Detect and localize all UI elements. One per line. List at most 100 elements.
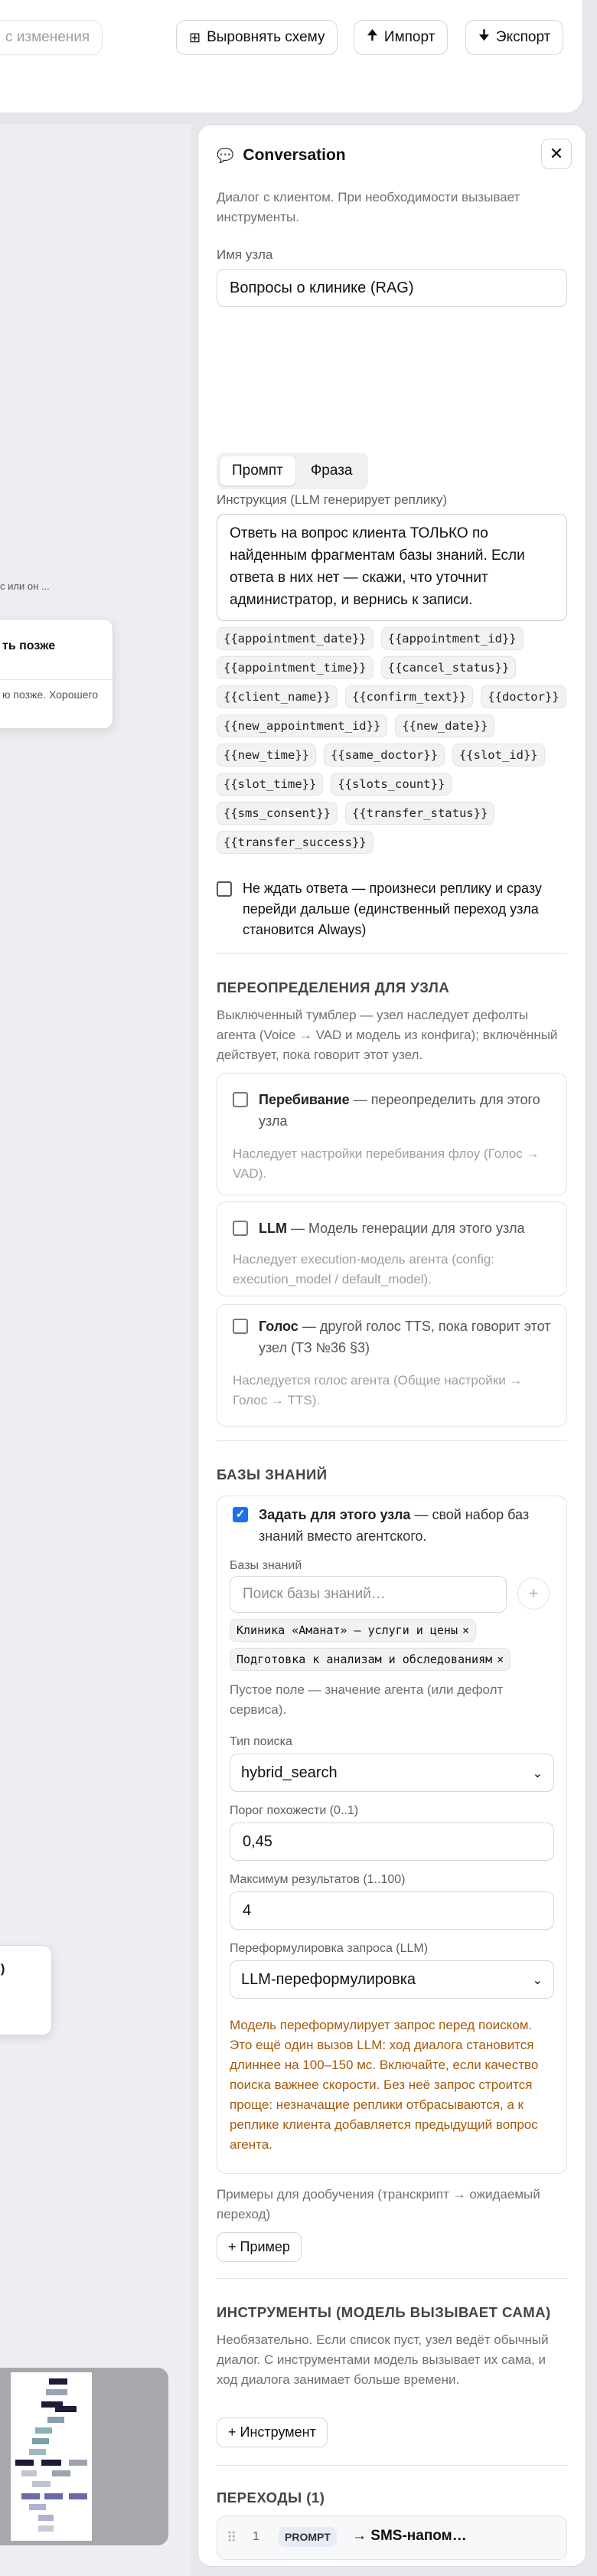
search-type-select[interactable]: hybrid_search ⌄ <box>230 1754 554 1792</box>
variable-chip[interactable]: {{doctor}} <box>481 685 566 708</box>
panel-header: 💬 Conversation <box>217 146 346 165</box>
no-wait-checkbox[interactable] <box>217 881 232 897</box>
flow-canvas[interactable]: с или он ... ть позже ю позже. Хорошего … <box>0 124 191 2576</box>
minimap-node <box>46 2389 67 2395</box>
node-name-label: Имя узла <box>217 247 273 262</box>
minimap-node <box>38 2525 54 2532</box>
kb-search-input[interactable]: Поиск базы знаний… <box>230 1576 507 1613</box>
variable-chip[interactable]: {{appointment_time}} <box>217 656 374 679</box>
variable-chip[interactable]: {{cancel_status}} <box>380 656 517 679</box>
minimap-node <box>55 2406 77 2412</box>
minimap-node <box>15 2460 34 2466</box>
align-layout-button[interactable]: ⊞ Выровнять схему <box>176 20 338 55</box>
minimap-node <box>69 2460 87 2466</box>
variable-chip[interactable]: {{sms_consent}} <box>217 802 338 825</box>
check-icon: ✓ <box>235 1508 246 1521</box>
arrow-down-icon: 🠋 <box>478 28 490 44</box>
kb-chip: Клиника «Аманат» — услуги и цены × <box>230 1619 477 1642</box>
export-button[interactable]: 🠋 Экспорт <box>465 20 564 55</box>
override-interrupt-toggle[interactable]: Перебивание — переопределить для этого у… <box>233 1089 551 1132</box>
overrides-section-title: ПЕРЕОПРЕДЕЛЕНИЯ ДЛЯ УЗЛА <box>217 979 450 995</box>
minimap-node <box>29 2504 46 2510</box>
overrides-description: Выключенный тумблер — узел наследует деф… <box>217 1008 558 1062</box>
transition-row[interactable]: ⠿ 1 PROMPT → SMS-напом… <box>217 2516 567 2560</box>
search-type-label: Тип поиска <box>230 1735 292 1748</box>
chat-bubble-icon: 💬 <box>217 147 234 164</box>
voice-checkbox[interactable] <box>233 1319 248 1334</box>
variable-chip[interactable]: {{appointment_date}} <box>217 627 374 650</box>
transitions-section-title: ПЕРЕХОДЫ (1) <box>217 2489 325 2506</box>
section-divider <box>217 2465 567 2466</box>
kb-own-checkbox[interactable]: ✓ <box>233 1507 248 1522</box>
transition-target: → SMS-напом… <box>352 2528 467 2544</box>
variable-chip[interactable]: {{slot_id}} <box>452 744 545 767</box>
mode-toggle: Промпт Фраза <box>217 453 368 489</box>
variable-chip[interactable]: {{slot_time}} <box>217 773 324 796</box>
minimap-node <box>38 2515 54 2521</box>
minimap-node <box>21 2493 40 2499</box>
minimap-node <box>41 2460 61 2466</box>
node-title: ) <box>1 1963 5 1976</box>
max-results-input[interactable]: 4 <box>230 1891 554 1930</box>
kb-chip: Подготовка к анализам и обследованиям × <box>230 1648 511 1671</box>
panel-description: Диалог с клиентом. При необходимости выз… <box>217 190 520 224</box>
drag-handle-icon[interactable]: ⠿ <box>227 2530 237 2546</box>
variable-chip[interactable]: {{transfer_success}} <box>217 831 374 854</box>
variable-chip[interactable]: {{slots_count}} <box>331 773 452 796</box>
flow-node[interactable]: ) <box>0 1945 52 2035</box>
kb-label: Базы знаний <box>230 1559 302 1572</box>
node-title: ть позже <box>2 639 56 652</box>
minimap-viewport <box>11 2372 92 2541</box>
kb-own-toggle[interactable]: ✓ Задать для этого узла — свой набор баз… <box>233 1504 554 1547</box>
interrupt-checkbox[interactable] <box>233 1092 248 1107</box>
max-results-label: Максимум результатов (1..100) <box>230 1873 406 1886</box>
minimap-node <box>44 2493 63 2499</box>
close-button[interactable]: ✕ <box>541 139 572 169</box>
node-text: ю позже. Хорошего <box>2 688 99 701</box>
minimap-node <box>32 2438 49 2444</box>
variable-chip[interactable]: {{new_date}} <box>395 714 495 737</box>
transition-type-badge: PROMPT <box>279 2527 337 2547</box>
add-example-button[interactable]: + Пример <box>217 2232 302 2262</box>
rewrite-warning: Модель переформулирует запрос перед поис… <box>230 2018 539 2152</box>
instruction-textarea[interactable]: Ответь на вопрос клиента ТОЛЬКО по найде… <box>217 514 567 621</box>
override-voice-toggle[interactable]: Голос — другой голос TTS, пока говорит э… <box>233 1316 551 1358</box>
top-toolbar: с изменения ⊞ Выровнять схему 🠉 Импорт 🠋… <box>0 0 583 113</box>
kb-settings-card: ✓ Задать для этого узла — свой набор баз… <box>217 1496 567 2174</box>
variable-chip[interactable]: {{new_time}} <box>217 744 316 767</box>
add-tool-button[interactable]: + Инструмент <box>217 2417 328 2447</box>
variable-chip[interactable]: {{same_doctor}} <box>323 744 445 767</box>
variable-chip[interactable]: {{appointment_id}} <box>380 627 524 650</box>
variable-chip[interactable]: {{confirm_text}} <box>344 685 474 708</box>
tab-prompt[interactable]: Промпт <box>220 456 295 485</box>
tab-phrase[interactable]: Фраза <box>298 456 365 485</box>
minimap-node <box>29 2449 46 2455</box>
add-kb-button[interactable]: + <box>517 1577 550 1610</box>
section-divider <box>217 2278 567 2279</box>
panel-title: Conversation <box>243 146 346 164</box>
import-button[interactable]: 🠉 Импорт <box>354 20 449 55</box>
kb-section-title: БАЗЫ ЗНАНИЙ <box>217 1466 328 1483</box>
minimap[interactable] <box>0 2368 168 2545</box>
canvas-edge-label: с или он ... <box>0 580 50 592</box>
node-name-input[interactable]: Вопросы о клинике (RAG) <box>217 269 567 307</box>
no-wait-option[interactable]: Не ждать ответа — произнеси реплику и ср… <box>217 878 567 940</box>
override-interrupt-hint: Наследует настройки перебивания флоу (Го… <box>233 1146 540 1181</box>
override-llm-toggle[interactable]: LLM — Модель генерации для этого узла <box>233 1218 551 1239</box>
override-voice-hint: Наследуется голос агента (Общие настройк… <box>233 1373 523 1407</box>
rewrite-label: Переформулировка запроса (LLM) <box>230 1942 429 1955</box>
override-llm-card: LLM — Модель генерации для этого узла На… <box>217 1201 567 1296</box>
variable-chip[interactable]: {{transfer_status}} <box>344 802 495 825</box>
override-llm-hint: Наследует execution-модель агента (confi… <box>233 1252 495 1286</box>
rewrite-select[interactable]: LLM-переформулировка ⌄ <box>230 1960 554 1999</box>
minimap-node <box>32 2481 51 2487</box>
flow-node[interactable]: ть позже ю позже. Хорошего <box>0 619 113 729</box>
remove-icon[interactable]: × <box>497 1652 504 1666</box>
llm-checkbox[interactable] <box>233 1221 248 1236</box>
remove-icon[interactable]: × <box>462 1623 469 1637</box>
plus-icon: + <box>528 1584 539 1603</box>
variable-chip[interactable]: {{new_appointment_id}} <box>217 714 388 737</box>
threshold-input[interactable]: 0,45 <box>230 1822 554 1861</box>
variable-chip[interactable]: {{client_name}} <box>217 685 338 708</box>
node-properties-panel: 💬 Conversation ✕ Диалог с клиентом. При … <box>197 124 586 2567</box>
